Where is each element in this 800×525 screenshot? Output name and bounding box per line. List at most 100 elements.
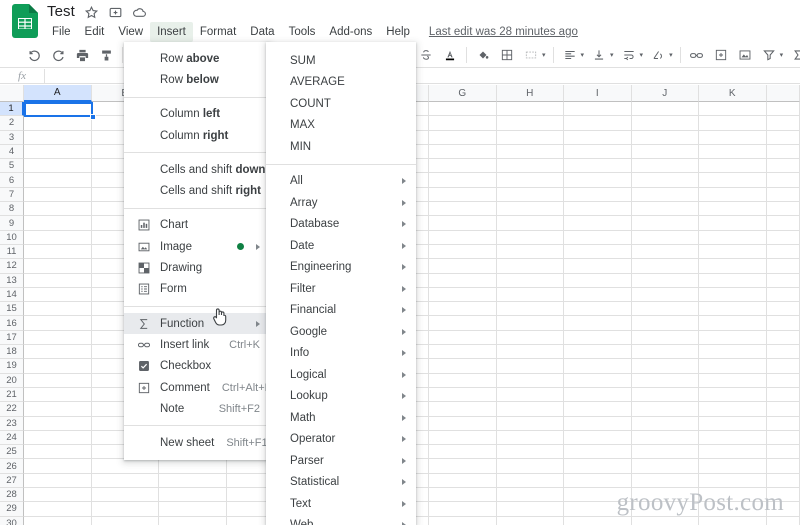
cell-A30[interactable] <box>24 516 92 525</box>
function-category-web[interactable]: Web <box>266 515 416 525</box>
cell-A9[interactable] <box>24 216 92 231</box>
cell-H9[interactable] <box>496 216 564 231</box>
horizontal-align-icon[interactable] <box>560 45 580 65</box>
cell-J19[interactable] <box>631 359 699 374</box>
row-header-21[interactable]: 21 <box>0 387 24 403</box>
function-min[interactable]: MIN <box>266 136 416 158</box>
row-header-29[interactable]: 29 <box>0 502 24 517</box>
row-header-14[interactable]: 14 <box>0 287 24 303</box>
row-header-10[interactable]: 10 <box>0 230 24 245</box>
row-header-22[interactable]: 22 <box>0 402 24 417</box>
row-header-25[interactable]: 25 <box>0 445 24 460</box>
insert-drawing[interactable]: Drawing <box>124 257 270 278</box>
cell-G11[interactable] <box>429 244 497 260</box>
cell-I18[interactable] <box>564 345 632 360</box>
halign-caret-icon[interactable]: ▾ <box>581 51 585 59</box>
cell-G25[interactable] <box>429 445 497 460</box>
cell-H28[interactable] <box>496 488 564 503</box>
cell-K13[interactable] <box>699 273 767 288</box>
insert-column-right[interactable]: Column right <box>124 125 270 146</box>
row-header-16[interactable]: 16 <box>0 316 24 331</box>
cell-A17[interactable] <box>24 330 92 346</box>
cell-G21[interactable] <box>429 387 497 403</box>
row-header-26[interactable]: 26 <box>0 459 24 474</box>
function-count[interactable]: COUNT <box>266 93 416 115</box>
row-header-8[interactable]: 8 <box>0 202 24 217</box>
cell-K21[interactable] <box>699 387 767 403</box>
cell-K11[interactable] <box>699 244 767 260</box>
cell-G18[interactable] <box>429 345 497 360</box>
cell-G14[interactable] <box>429 287 497 303</box>
cell-G16[interactable] <box>429 316 497 331</box>
wrap-caret-icon[interactable]: ▾ <box>640 51 644 59</box>
menu-tools[interactable]: Tools <box>282 22 323 42</box>
row-header-7[interactable]: 7 <box>0 187 24 203</box>
insert-cells-shift-right[interactable]: Cells and shift right <box>124 180 270 201</box>
insert-function[interactable]: Function <box>124 312 270 335</box>
cell-A20[interactable] <box>24 373 92 388</box>
function-category-google[interactable]: Google <box>266 321 416 343</box>
cell-G6[interactable] <box>429 173 497 188</box>
cell-G5[interactable] <box>429 159 497 174</box>
cell-B29[interactable] <box>91 502 159 517</box>
cell-H22[interactable] <box>496 402 564 417</box>
row-header-20[interactable]: 20 <box>0 373 24 388</box>
cell-A1[interactable] <box>24 102 92 117</box>
print-icon[interactable] <box>72 45 92 65</box>
cell-I12[interactable] <box>564 259 632 274</box>
cell-G22[interactable] <box>429 402 497 417</box>
cell-A6[interactable] <box>24 173 92 188</box>
cell-J23[interactable] <box>631 416 699 431</box>
cell-G1[interactable] <box>429 102 497 117</box>
text-rotation-icon[interactable] <box>648 45 668 65</box>
undo-icon[interactable] <box>24 45 44 65</box>
cell-H11[interactable] <box>496 244 564 260</box>
cell-G19[interactable] <box>429 359 497 374</box>
cell-I23[interactable] <box>564 416 632 431</box>
cell-H29[interactable] <box>496 502 564 517</box>
star-icon[interactable] <box>84 5 99 20</box>
cell-G20[interactable] <box>429 373 497 388</box>
redo-icon[interactable] <box>48 45 68 65</box>
cell-I5[interactable] <box>564 159 632 174</box>
function-category-array[interactable]: Array <box>266 192 416 214</box>
cell-I10[interactable] <box>564 230 632 245</box>
vertical-align-icon[interactable] <box>589 45 609 65</box>
cell-I22[interactable] <box>564 402 632 417</box>
cell-H21[interactable] <box>496 387 564 403</box>
function-sum[interactable]: SUM <box>266 50 416 72</box>
row-header-17[interactable]: 17 <box>0 330 24 346</box>
menu-add-ons[interactable]: Add-ons <box>322 22 379 42</box>
cell-G4[interactable] <box>429 144 497 160</box>
cell-A15[interactable] <box>24 302 92 317</box>
cell-I24[interactable] <box>564 430 632 446</box>
cell-A22[interactable] <box>24 402 92 417</box>
move-to-folder-icon[interactable] <box>108 5 123 20</box>
cell-I17[interactable] <box>564 330 632 346</box>
row-header-12[interactable]: 12 <box>0 259 24 274</box>
cell-G10[interactable] <box>429 230 497 245</box>
row-header-28[interactable]: 28 <box>0 488 24 503</box>
cell-J8[interactable] <box>631 202 699 217</box>
column-header-K[interactable]: K <box>699 85 767 102</box>
cell-I6[interactable] <box>564 173 632 188</box>
sheets-logo-icon[interactable] <box>12 4 38 38</box>
cell-A16[interactable] <box>24 316 92 331</box>
cell-I20[interactable] <box>564 373 632 388</box>
column-header-J[interactable]: J <box>631 85 699 102</box>
cell-H5[interactable] <box>496 159 564 174</box>
cell-I16[interactable] <box>564 316 632 331</box>
cell-J13[interactable] <box>631 273 699 288</box>
cell-C29[interactable] <box>159 502 227 517</box>
text-wrap-icon[interactable] <box>619 45 639 65</box>
paint-format-icon[interactable] <box>96 45 116 65</box>
cell-J1[interactable] <box>631 102 699 117</box>
cell-J15[interactable] <box>631 302 699 317</box>
cell-H12[interactable] <box>496 259 564 274</box>
insert-new-sheet[interactable]: New sheet Shift+F11 <box>124 432 273 453</box>
cell-A23[interactable] <box>24 416 92 431</box>
cell-K18[interactable] <box>699 345 767 360</box>
cell-J4[interactable] <box>631 144 699 160</box>
row-header-27[interactable]: 27 <box>0 473 24 489</box>
cell-A7[interactable] <box>24 187 92 203</box>
